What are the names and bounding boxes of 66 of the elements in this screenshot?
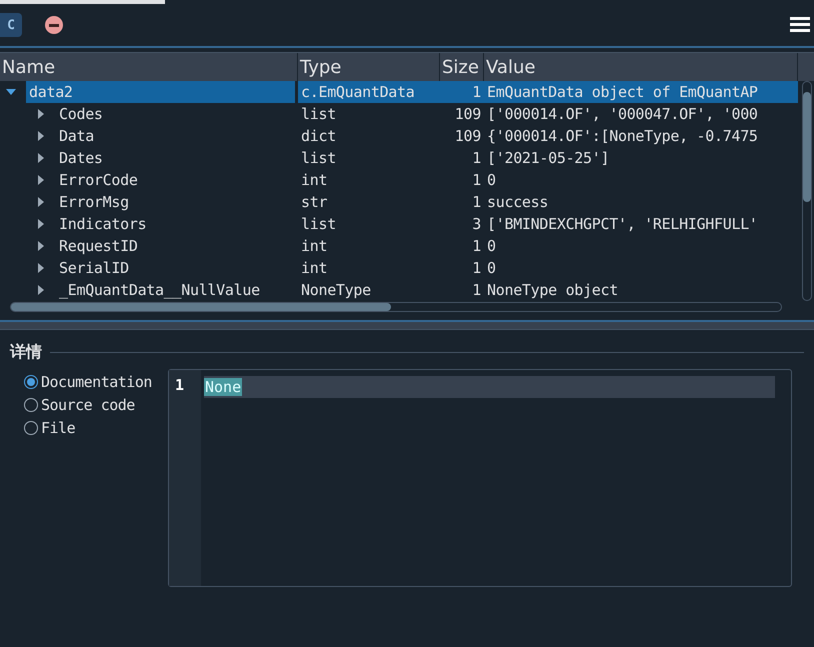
variable-name[interactable]: ErrorCode [56,169,141,191]
type-cell-text: dict [300,126,337,147]
type-cell-text: NoneType [300,280,372,301]
variable-name[interactable]: _EmQuantData__NullValue [56,279,263,301]
collapsed-arrow-icon[interactable] [36,153,46,163]
group-title: 详情 [10,342,42,363]
horizontal-scrollbar[interactable] [10,302,782,312]
size-cell-text: 1 [471,192,482,213]
radio-option[interactable]: Documentation [24,373,160,391]
type-cell-text: str [300,192,328,213]
value-cell-text: ['000014.OF', '000047.OF', '000 [486,104,759,125]
value-cell: EmQuantData object of EmQuantAP [484,81,798,103]
expanded-arrow-icon[interactable] [6,87,16,97]
value-cell-text: success [486,192,550,213]
type-cell-text: int [300,258,328,279]
size-cell-text: 1 [471,280,482,301]
value-cell-text: ['BMINDEXCHGPCT', 'RELHIGHFULL' [486,214,759,235]
stop-icon[interactable] [44,15,64,35]
value-cell-text: NoneType object [486,280,619,301]
type-cell-text: list [300,214,337,235]
size-cell: 1 [440,81,484,103]
vertical-scrollbar[interactable] [802,81,812,301]
type-cell-text: int [300,236,328,257]
code-text: None [204,378,242,396]
radio-icon[interactable] [24,375,38,389]
radio-option[interactable]: File [24,419,160,437]
variable-name[interactable]: Dates [56,147,106,169]
size-cell-text: 1 [471,170,482,191]
collapsed-arrow-icon[interactable] [36,285,46,295]
collapsed-arrow-icon[interactable] [36,131,46,141]
type-cell-text: int [300,170,328,191]
console-badge[interactable]: C [0,13,22,37]
variable-name[interactable]: Codes [56,103,106,125]
value-cell-text: {'000014.OF':[NoneType, -0.7475 [486,126,759,147]
radio-icon[interactable] [24,421,38,435]
variable-name[interactable]: Data [56,125,97,147]
collapsed-arrow-icon[interactable] [36,263,46,273]
size-cell-text: 1 [471,236,482,257]
collapsed-arrow-icon[interactable] [36,241,46,251]
variable-name[interactable]: SerialID [56,257,132,279]
radio-option[interactable]: Source code [24,396,160,414]
size-cell-text: 3 [471,214,482,235]
radio-icon[interactable] [24,398,38,412]
value-cell-text: 0 [486,236,497,257]
variable-name[interactable]: ErrorMsg [56,191,132,213]
value-cell-text: 0 [486,258,497,279]
code-editor[interactable]: 1 None [168,369,792,587]
size-cell-text: 1 [471,258,482,279]
collapsed-arrow-icon[interactable] [36,175,46,185]
type-cell-text: list [300,104,337,125]
value-cell-text: ['2021-05-25'] [486,148,610,169]
variable-name[interactable]: RequestID [56,235,141,257]
type-cell: c.EmQuantData [298,81,440,103]
value-cell-text: 0 [486,170,497,191]
collapsed-arrow-icon[interactable] [36,109,46,119]
menu-icon[interactable] [790,17,810,33]
splitter-handle[interactable] [0,320,814,330]
collapsed-arrow-icon[interactable] [36,219,46,229]
variable-name[interactable]: Indicators [56,213,150,235]
collapsed-arrow-icon[interactable] [36,197,46,207]
line-number: 1 [175,376,184,394]
variable-name[interactable]: data2 [26,81,295,103]
size-cell-text: 1 [471,148,482,169]
type-cell-text: list [300,148,337,169]
size-cell-text: 109 [454,104,482,125]
size-cell-text: 109 [454,126,482,147]
